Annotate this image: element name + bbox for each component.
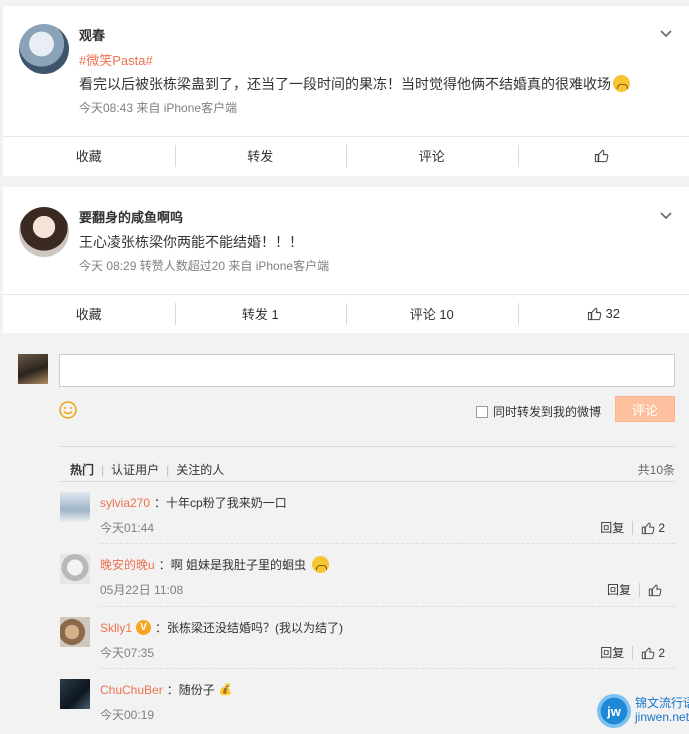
comment-text: sylvia270 ：十年cp粉了我来奶一口 <box>100 494 287 511</box>
separator <box>632 520 634 535</box>
divider <box>100 668 675 669</box>
comment-body: ：啊 姐妹是我肚子里的蛔虫 <box>158 558 307 572</box>
watermark-title: 锦文流行语 <box>635 696 689 710</box>
comment-label: 评论 <box>418 149 445 164</box>
repost-label: 转发 <box>247 149 274 164</box>
comment-filter-tabs: 热门 | 认证用户 | 关注的人 <box>70 461 224 478</box>
tab-hot[interactable]: 热门 <box>70 461 94 478</box>
comment-user[interactable]: ChuChuBer <box>100 683 163 697</box>
like-button[interactable]: 32 <box>517 295 689 332</box>
post-text: 看完以后被张栋梁蛊到了，还当了一段时间的果冻！当时觉得他俩不结婚真的很难收场 <box>79 74 630 94</box>
tab-following[interactable]: 关注的人 <box>176 461 224 478</box>
like-button[interactable]: 2 <box>641 646 665 660</box>
submit-comment-button[interactable]: 评论 <box>615 396 675 422</box>
comment-user[interactable]: Sklly1 <box>100 621 132 635</box>
post-topic[interactable]: #微笑Pasta# <box>79 50 153 69</box>
avatar[interactable] <box>60 679 90 709</box>
comment-input[interactable] <box>59 354 675 387</box>
thumbs-up-icon <box>587 307 601 321</box>
repost-button[interactable]: 转发 1 <box>174 295 347 332</box>
chevron-down-icon[interactable] <box>659 26 673 40</box>
favorite-label: 收藏 <box>75 149 102 164</box>
avatar[interactable] <box>19 24 69 74</box>
favorite-button[interactable]: 收藏 <box>3 295 175 332</box>
divider <box>100 606 675 607</box>
tab-separator: | <box>166 462 170 477</box>
avatar[interactable] <box>60 617 90 647</box>
post-actions: 收藏 转发 评论 <box>3 136 689 174</box>
comment-actions: 回复 2 <box>600 644 665 661</box>
crying-emoji-icon <box>613 75 630 92</box>
watermark-logo: jw <box>597 694 631 728</box>
comment-time: 05月22日 11:08 <box>100 583 184 597</box>
forward-label: 同时转发到我的微博 <box>493 405 602 419</box>
comment-time: 今天01:44 <box>100 521 155 535</box>
my-avatar[interactable] <box>18 354 48 384</box>
emoji-picker-icon[interactable] <box>58 400 78 420</box>
post-card: 观春 #微笑Pasta# 看完以后被张栋梁蛊到了，还当了一段时间的果冻！当时觉得… <box>3 6 689 176</box>
like-button[interactable]: 2 <box>641 521 665 535</box>
reply-button[interactable]: 回复 <box>607 581 631 598</box>
comment-user[interactable]: sylvia270 <box>100 496 150 510</box>
comment-body: ：随份子 <box>166 683 215 697</box>
forward-option[interactable]: 同时转发到我的微博 <box>476 403 601 420</box>
comment-text: 晚安的晚u ：啊 姐妹是我肚子里的蛔虫 <box>100 556 330 573</box>
comment-button[interactable]: 评论 10 <box>346 295 518 332</box>
comment-body: ：张栋梁还没结婚吗？(我以为结了) <box>155 621 344 635</box>
comment-actions: 回复 2 <box>600 519 665 536</box>
watermark-url: jinwen.net <box>635 710 689 724</box>
tab-separator: | <box>101 462 105 477</box>
comment-button[interactable]: 评论 <box>346 137 518 174</box>
divider <box>100 543 675 544</box>
thumbs-up-icon <box>642 522 655 534</box>
divider <box>60 446 675 447</box>
repost-label: 转发 1 <box>241 307 279 322</box>
post-meta: 今天08:43 来自 iPhone客户端 <box>79 101 238 115</box>
like-count: 2 <box>658 645 665 660</box>
like-button[interactable] <box>648 583 665 597</box>
separator <box>632 645 634 660</box>
comment-time: 今天07:35 <box>100 646 155 660</box>
money-bag-icon: 💰 <box>218 684 233 696</box>
forward-checkbox[interactable] <box>476 405 488 418</box>
comment-actions: 回复 <box>607 581 665 598</box>
separator <box>639 582 640 597</box>
reply-button[interactable]: 回复 <box>600 644 624 661</box>
like-count: 32 <box>605 306 620 321</box>
comment-text: ChuChuBer ：随份子 💰 <box>100 681 232 698</box>
thumbs-up-icon <box>642 647 655 659</box>
thumbs-up-icon <box>594 149 609 163</box>
tab-verified[interactable]: 认证用户 <box>111 461 159 478</box>
post-author[interactable]: 观春 <box>79 25 105 44</box>
avatar[interactable] <box>60 554 90 584</box>
comment-body: ：十年cp粉了我来奶一口 <box>154 496 287 510</box>
like-count: 2 <box>658 520 665 535</box>
comment-label: 评论 10 <box>409 307 454 322</box>
crying-emoji-icon <box>312 556 330 573</box>
thumbs-up-icon <box>648 584 662 596</box>
watermark: jw 锦文流行语 jinwen.net <box>597 692 689 730</box>
divider <box>60 481 675 482</box>
repost-button[interactable]: 转发 <box>174 137 347 174</box>
post-author[interactable]: 要翻身的咸鱼啊呜 <box>79 207 183 226</box>
like-button[interactable] <box>517 137 689 174</box>
post-meta: 今天 08:29 转赞人数超过20 来自 iPhone客户端 <box>79 259 330 273</box>
post-card: 要翻身的咸鱼啊呜 王心凌张栋梁你两能不能结婚！！！ 今天 08:29 转赞人数超… <box>3 187 689 333</box>
verified-badge-icon: V <box>136 620 152 635</box>
post-actions: 收藏 转发 1 评论 10 32 <box>3 294 689 332</box>
comment-user[interactable]: 晚安的晚u <box>100 556 155 573</box>
comment-time: 今天00:19 <box>100 708 155 722</box>
reply-button[interactable]: 回复 <box>600 519 624 536</box>
chevron-down-icon[interactable] <box>659 208 673 222</box>
comment-total: 共10条 <box>637 463 675 477</box>
post-text: 王心凌张栋梁你两能不能结婚！！！ <box>79 234 303 250</box>
favorite-button[interactable]: 收藏 <box>3 137 175 174</box>
avatar[interactable] <box>19 207 69 257</box>
favorite-label: 收藏 <box>75 307 102 322</box>
comment-text: Sklly1 V ：张栋梁还没结婚吗？(我以为结了) <box>100 619 343 636</box>
avatar[interactable] <box>60 492 90 522</box>
